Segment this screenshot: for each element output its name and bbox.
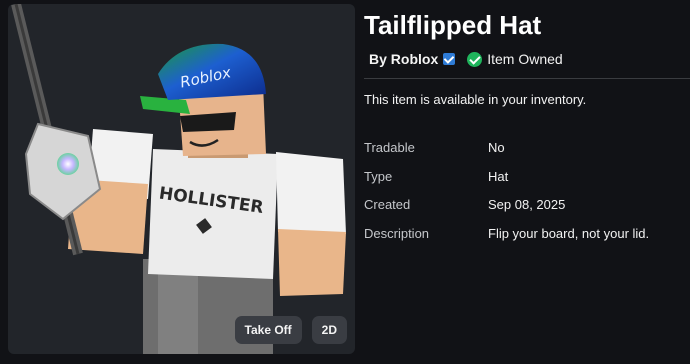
availability-text: This item is available in your inventory… (364, 92, 587, 107)
detail-label: Description (364, 225, 430, 241)
detail-label: Created (364, 197, 411, 212)
take-off-button[interactable]: Take Off (234, 316, 302, 344)
detail-value: No (488, 140, 505, 155)
avatar-preview[interactable]: Roblox HOLLISTER Take Off 2D (8, 4, 355, 354)
check-circle-icon (467, 51, 483, 67)
verified-badge-icon (443, 53, 456, 65)
detail-value: Flip your board, not your lid. (488, 225, 650, 241)
detail-row-tradable: Tradable No (364, 140, 649, 169)
details-table: Tradable No Type Hat Created Sep 08, 202… (364, 140, 649, 254)
avatar-image: Roblox HOLLISTER (11, 4, 346, 354)
creator-link[interactable]: By Roblox (369, 51, 438, 67)
divider (364, 78, 690, 79)
detail-row-description: Description Flip your board, not your li… (364, 226, 649, 255)
owned-status: Item Owned (487, 51, 563, 67)
detail-value: Sep 08, 2025 (488, 197, 566, 212)
detail-row-created: Created Sep 08, 2025 (364, 197, 649, 226)
item-meta: By Roblox Item Owned (369, 51, 563, 67)
detail-row-type: Type Hat (364, 169, 649, 198)
detail-label: Tradable (364, 140, 415, 155)
page-title: Tailflipped Hat (364, 10, 542, 40)
detail-value: Hat (488, 168, 509, 184)
view-2d-button[interactable]: 2D (311, 316, 347, 344)
detail-label: Type (364, 168, 393, 184)
